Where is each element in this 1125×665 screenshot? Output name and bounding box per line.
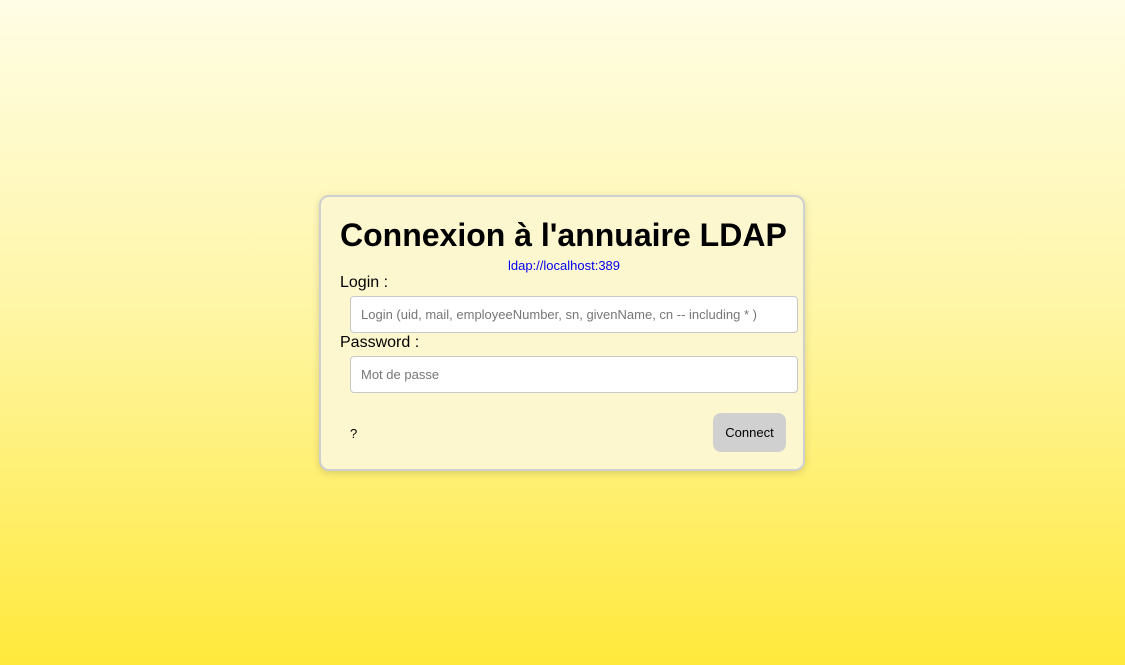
server-url-link[interactable]: ldap://localhost:389 <box>321 258 807 274</box>
page-title: Connexion à l'annuaire LDAP <box>340 217 787 253</box>
connect-button[interactable]: Connect <box>713 413 786 452</box>
login-card: Connexion à l'annuaire LDAP ldap://local… <box>319 195 805 471</box>
login-label: Login : <box>340 274 389 291</box>
help-link[interactable]: ? <box>350 426 357 442</box>
login-input[interactable] <box>350 296 798 333</box>
password-input[interactable] <box>350 356 798 393</box>
password-label: Password : <box>340 334 420 351</box>
